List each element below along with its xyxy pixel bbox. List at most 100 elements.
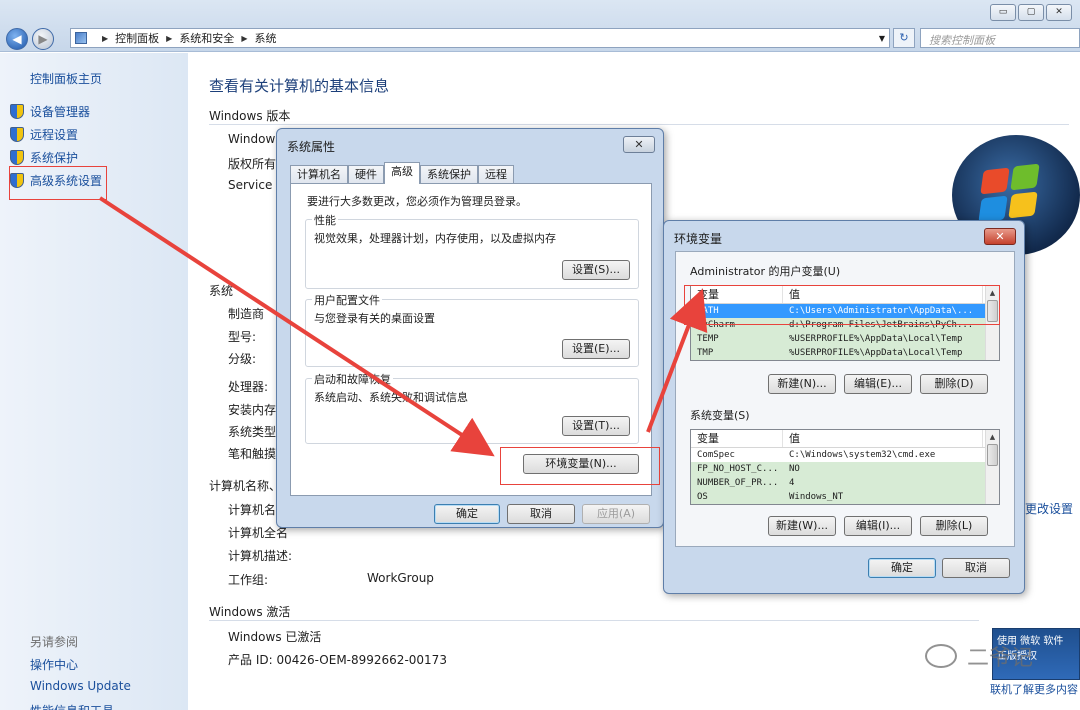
dialog-title: 系统属性: [287, 140, 336, 154]
system-heading: 系统: [209, 284, 234, 298]
breadcrumb-system[interactable]: 系统: [254, 30, 276, 46]
change-settings-link[interactable]: 更改设置: [1025, 500, 1073, 517]
group-description: 与您登录有关的桌面设置: [314, 312, 435, 325]
user-delete-button[interactable]: 删除(D): [920, 374, 988, 394]
list-item[interactable]: FP_NO_HOST_C... NO: [691, 462, 999, 476]
see-also-performance[interactable]: 性能信息和工具: [30, 702, 114, 710]
close-button[interactable]: ✕: [1046, 4, 1072, 21]
var-value: 4: [789, 478, 795, 488]
group-title: 用户配置文件: [312, 292, 382, 308]
computer-row: 计算机名:: [228, 503, 281, 517]
cancel-button[interactable]: 取消: [507, 504, 575, 524]
watermark-text: 二爷记: [967, 646, 1034, 671]
list-item[interactable]: TEMP %USERPROFILE%\AppData\Local\Temp: [691, 332, 999, 346]
list-item[interactable]: OS Windows_NT: [691, 490, 999, 504]
scroll-thumb[interactable]: [987, 444, 998, 466]
system-new-button[interactable]: 新建(W)...: [768, 516, 836, 536]
var-name: TMP: [697, 348, 714, 358]
highlight-box: [9, 166, 107, 200]
wechat-icon: [925, 644, 957, 668]
var-name: OS: [697, 492, 708, 502]
back-button[interactable]: ◀: [6, 28, 28, 50]
tab-remote[interactable]: 远程: [478, 165, 514, 184]
ok-button[interactable]: 确定: [868, 558, 936, 578]
admin-notice: 要进行大多数更改，您必须作为管理员登录。: [307, 195, 527, 208]
user-edit-button[interactable]: 编辑(E)...: [844, 374, 912, 394]
system-row: 系统类型:: [228, 425, 281, 439]
sidebar-home-link[interactable]: 控制面板主页: [30, 70, 102, 87]
var-value: NO: [789, 464, 800, 474]
sidebar-item-device-manager[interactable]: 设备管理器: [10, 103, 90, 120]
system-row: 制造商: [228, 307, 265, 321]
edition-row: Windows: [228, 132, 282, 146]
var-value: %USERPROFILE%\AppData\Local\Temp: [789, 334, 963, 344]
address-dropdown-icon[interactable]: ▼: [879, 34, 885, 43]
environment-variables-dialog: 环境变量 ✕ Administrator 的用户变量(U) 变量 值 PATH …: [663, 220, 1025, 594]
page-title: 查看有关计算机的基本信息: [209, 77, 390, 95]
list-item[interactable]: ComSpec C:\Windows\system32\cmd.exe: [691, 448, 999, 462]
see-also-windows-update[interactable]: Windows Update: [30, 679, 131, 693]
computer-name-heading: 计算机名称、: [209, 479, 282, 493]
startup-settings-button[interactable]: 设置(T)...: [562, 416, 630, 436]
scrollbar[interactable]: ▲: [985, 430, 999, 504]
user-new-button[interactable]: 新建(N)...: [768, 374, 836, 394]
startup-recovery-group: 启动和故障恢复 系统启动、系统失败和调试信息 设置(T)...: [305, 371, 639, 444]
list-item[interactable]: TMP %USERPROFILE%\AppData\Local\Temp: [691, 346, 999, 360]
column-header-variable[interactable]: 变量: [691, 430, 783, 447]
breadcrumb-control-panel[interactable]: 控制面板: [115, 30, 159, 46]
refresh-icon[interactable]: ↻: [893, 28, 915, 48]
system-row: 处理器:: [228, 380, 269, 394]
tab-strip: 计算机名 硬件 高级 系统保护 远程: [290, 162, 514, 184]
tab-advanced[interactable]: 高级: [384, 162, 420, 184]
breadcrumb-chevron-icon: ▶: [241, 33, 248, 43]
activation-status: Windows 已激活: [228, 630, 322, 644]
sidebar-item-remote-settings[interactable]: 远程设置: [10, 126, 78, 143]
performance-group: 性能 视觉效果，处理器计划，内存使用，以及虚拟内存 设置(S)...: [305, 212, 639, 289]
system-vars-list[interactable]: 变量 值 ComSpec C:\Windows\system32\cmd.exe…: [690, 429, 1000, 505]
sidebar: 控制面板主页 设备管理器 远程设置 系统保护 高级系统设置 另请参阅 操作中心 …: [0, 53, 188, 710]
var-value: %USERPROFILE%\AppData\Local\Temp: [789, 348, 963, 358]
group-description: 视觉效果，处理器计划，内存使用，以及虚拟内存: [314, 232, 556, 245]
product-id: 产品 ID: 00426-OEM-8992662-00173: [228, 653, 447, 667]
system-row: 安装内存(: [228, 403, 281, 417]
sidebar-item-label: 远程设置: [30, 128, 79, 142]
tab-system-protection[interactable]: 系统保护: [420, 165, 478, 184]
search-input[interactable]: 搜索控制面板: [920, 28, 1080, 48]
column-header-value[interactable]: 值: [783, 430, 983, 447]
close-icon[interactable]: ✕: [984, 228, 1016, 245]
sidebar-item-system-protection[interactable]: 系统保护: [10, 149, 78, 166]
edition-heading: Windows 版本: [209, 109, 291, 123]
window-controls: ▭ ▢ ✕: [990, 4, 1072, 21]
maximize-button[interactable]: ▢: [1018, 4, 1044, 21]
system-delete-button[interactable]: 删除(L): [920, 516, 988, 536]
group-description: 系统启动、系统失败和调试信息: [314, 391, 468, 404]
user-vars-label: Administrator 的用户变量(U): [690, 265, 841, 278]
scroll-up-icon[interactable]: ▲: [986, 430, 999, 444]
tab-computer-name[interactable]: 计算机名: [290, 165, 348, 184]
wechat-watermark: 二爷记: [925, 640, 1033, 672]
user-profile-group: 用户配置文件 与您登录有关的桌面设置 设置(E)...: [305, 292, 639, 367]
minimize-button[interactable]: ▭: [990, 4, 1016, 21]
var-name: ComSpec: [697, 450, 735, 460]
highlight-box: [500, 447, 660, 485]
address-bar[interactable]: ▶ 控制面板 ▶ 系统和安全 ▶ 系统 ▼: [70, 28, 890, 48]
system-edit-button[interactable]: 编辑(I)...: [844, 516, 912, 536]
see-also-heading: 另请参阅: [30, 635, 79, 649]
var-value: C:\Windows\system32\cmd.exe: [789, 450, 936, 460]
ok-button[interactable]: 确定: [434, 504, 500, 524]
breadcrumb-system-security[interactable]: 系统和安全: [179, 30, 234, 46]
close-icon[interactable]: ✕: [623, 136, 655, 153]
cancel-button[interactable]: 取消: [942, 558, 1010, 578]
tab-hardware[interactable]: 硬件: [348, 165, 384, 184]
genuine-info-link[interactable]: 联机了解更多内容: [990, 681, 1078, 697]
edition-row: 版权所有: [228, 157, 277, 171]
breadcrumb-chevron-icon: ▶: [166, 33, 173, 43]
profile-settings-button[interactable]: 设置(E)...: [562, 339, 630, 359]
title-bar: ▭ ▢ ✕ ◀ ▶ ▶ 控制面板 ▶ 系统和安全 ▶ 系统 ▼ ↻ 搜索控制面板: [0, 0, 1080, 52]
list-item[interactable]: NUMBER_OF_PR... 4: [691, 476, 999, 490]
see-also-action-center[interactable]: 操作中心: [30, 656, 78, 673]
system-row: 型号:: [228, 330, 257, 344]
forward-button[interactable]: ▶: [32, 28, 54, 50]
performance-settings-button[interactable]: 设置(S)...: [562, 260, 630, 280]
apply-button[interactable]: 应用(A): [582, 504, 650, 524]
